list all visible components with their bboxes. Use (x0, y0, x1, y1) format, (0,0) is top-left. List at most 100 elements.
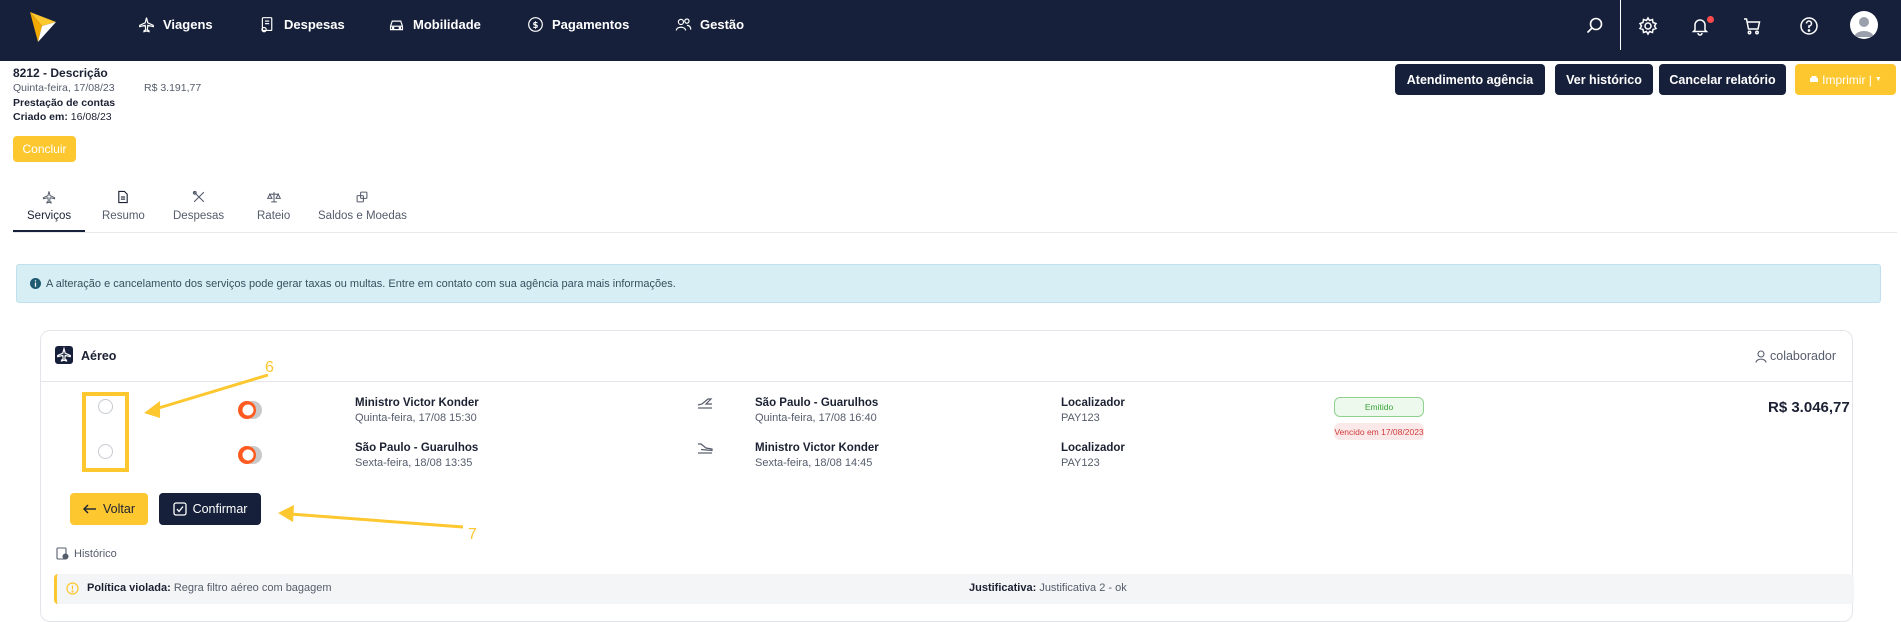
report-created: Criado em: 16/08/23 (13, 111, 112, 123)
card-header-divider (40, 381, 1853, 382)
flight-1-origin: Ministro Victor Konder (355, 397, 479, 409)
annotation-highlight-box (82, 392, 129, 472)
flight-2-destination: Ministro Victor Konder (755, 442, 879, 454)
print-button[interactable]: Imprimir | ▼ (1795, 64, 1896, 95)
nav-divider (1620, 0, 1621, 50)
justification-text: Justificativa: Justificativa 2 - ok (969, 582, 1127, 594)
car-icon (389, 20, 404, 30)
avatar[interactable] (1850, 11, 1878, 39)
card-title: Aéreo (81, 349, 117, 363)
info-icon (30, 278, 41, 289)
flight-1-locator: PAY123 (1061, 412, 1100, 424)
service-price: R$ 3.046,77 (1768, 399, 1850, 416)
plane-icon (139, 17, 154, 33)
confirm-button[interactable]: Confirmar (159, 493, 261, 525)
flight-2-locator-label: Localizador (1061, 442, 1125, 454)
flight-2-destination-time: Sexta-feira, 18/08 14:45 (755, 457, 873, 469)
history-doc-icon (56, 547, 69, 560)
flight-2-locator: PAY123 (1061, 457, 1100, 469)
svg-text:$: $ (533, 20, 539, 30)
report-total: R$ 3.191,77 (144, 82, 202, 94)
justification-value: Justificativa 2 - ok (1039, 582, 1127, 594)
flight-2-origin-time: Sexta-feira, 18/08 13:35 (355, 457, 473, 469)
flight-2-origin: São Paulo - Guarulhos (355, 442, 479, 454)
created-label: Criado em: (13, 111, 68, 123)
chevron-down-icon: ▼ (1874, 76, 1882, 83)
tab-servicos-label: Serviços (27, 210, 72, 222)
check-square-icon (172, 502, 187, 516)
nav-despesas-label: Despesas (284, 16, 345, 32)
app-logo[interactable] (28, 10, 58, 44)
history-link[interactable]: Histórico (56, 547, 117, 560)
air-service-icon (55, 346, 73, 364)
nav-viagens[interactable]: Viagens (138, 14, 213, 34)
tab-resumo[interactable]: Resumo (102, 190, 145, 222)
gear-icon[interactable] (1638, 16, 1658, 36)
tab-rateio[interactable]: Rateio (257, 190, 290, 222)
plane-icon (42, 191, 56, 204)
justification-label: Justificativa: (969, 582, 1037, 594)
coins-icon (357, 191, 368, 203)
nav-gestao-label: Gestão (700, 16, 745, 32)
notification-dot (1707, 16, 1714, 23)
policy-violation-bar: Política violada: Regra filtro aéreo com… (54, 574, 1854, 604)
tab-despesas[interactable]: Despesas (173, 190, 224, 222)
status-badge-issued: Emitido (1334, 397, 1424, 417)
cancel-report-button[interactable]: Cancelar relatório (1659, 64, 1786, 95)
tab-rateio-label: Rateio (257, 210, 291, 222)
annotation-step-6: 6 (265, 359, 274, 376)
cart-icon[interactable] (1742, 16, 1762, 36)
top-navbar: Viagens Despesas Mobilidade $ Pagamentos… (0, 0, 1901, 61)
scale-icon (266, 192, 281, 203)
flight-1-locator-label: Localizador (1061, 397, 1125, 409)
back-button[interactable]: Voltar (70, 493, 148, 525)
history-label: Histórico (74, 547, 117, 560)
tab-despesas-label: Despesas (173, 210, 225, 222)
nav-mobilidade[interactable]: Mobilidade (388, 14, 481, 34)
report-type: Prestação de contas (13, 97, 116, 109)
flight-1-destination-time: Quinta-feira, 17/08 16:40 (755, 412, 877, 424)
airline-logo-icon (238, 401, 262, 419)
help-icon[interactable] (1799, 16, 1819, 36)
printer-icon (1810, 75, 1819, 82)
print-label: Imprimir | (1822, 72, 1872, 87)
alert-text: A alteração e cancelamento dos serviços … (46, 277, 676, 290)
nav-pagamentos-label: Pagamentos (552, 16, 630, 32)
tab-servicos[interactable]: Serviços (27, 190, 71, 222)
search-icon[interactable] (1585, 16, 1605, 36)
policy-value: Regra filtro aéreo com bagagem (173, 582, 332, 594)
policy-text: Política violada: Regra filtro aéreo com… (87, 582, 332, 594)
flight-1-destination: São Paulo - Guarulhos (755, 397, 879, 409)
nav-viagens-label: Viagens (163, 16, 213, 32)
agency-support-button[interactable]: Atendimento agência (1395, 64, 1545, 95)
tab-saldos-moedas[interactable]: Saldos e Moedas (318, 190, 407, 222)
info-alert: A alteração e cancelamento dos serviços … (16, 264, 1881, 303)
tabs-divider (13, 232, 1897, 233)
policy-label: Política violada: (87, 582, 171, 594)
back-label: Voltar (103, 502, 135, 516)
document-icon (118, 190, 129, 204)
collaborator-label: colaborador (1770, 349, 1837, 363)
created-value: 16/08/23 (70, 111, 112, 123)
conclude-button[interactable]: Concluir (13, 136, 76, 162)
plane-icon (57, 346, 71, 362)
report-date: Quinta-feira, 17/08/23 (13, 82, 115, 94)
tab-saldos-moedas-label: Saldos e Moedas (318, 210, 407, 222)
users-icon (675, 17, 692, 31)
confirm-label: Confirmar (192, 502, 248, 516)
annotation-step-7: 7 (468, 526, 477, 543)
tab-resumo-label: Resumo (102, 210, 145, 222)
nav-gestao[interactable]: Gestão (675, 14, 744, 34)
report-title: 8212 - Descrição (13, 66, 108, 80)
collaborator-link[interactable]: colaborador (1755, 349, 1836, 363)
takeoff-icon (697, 398, 713, 409)
flight-1-origin-time: Quinta-feira, 17/08 15:30 (355, 412, 477, 424)
nav-pagamentos[interactable]: $ Pagamentos (527, 14, 629, 34)
user-icon (1755, 349, 1767, 363)
landing-icon (698, 443, 713, 454)
status-badge-expired: Vencido em 17/08/2023 (1334, 423, 1424, 440)
arrow-left-icon (83, 504, 97, 514)
nav-despesas[interactable]: Despesas (259, 14, 345, 34)
view-history-button[interactable]: Ver histórico (1555, 64, 1653, 95)
receipt-icon (261, 16, 273, 32)
